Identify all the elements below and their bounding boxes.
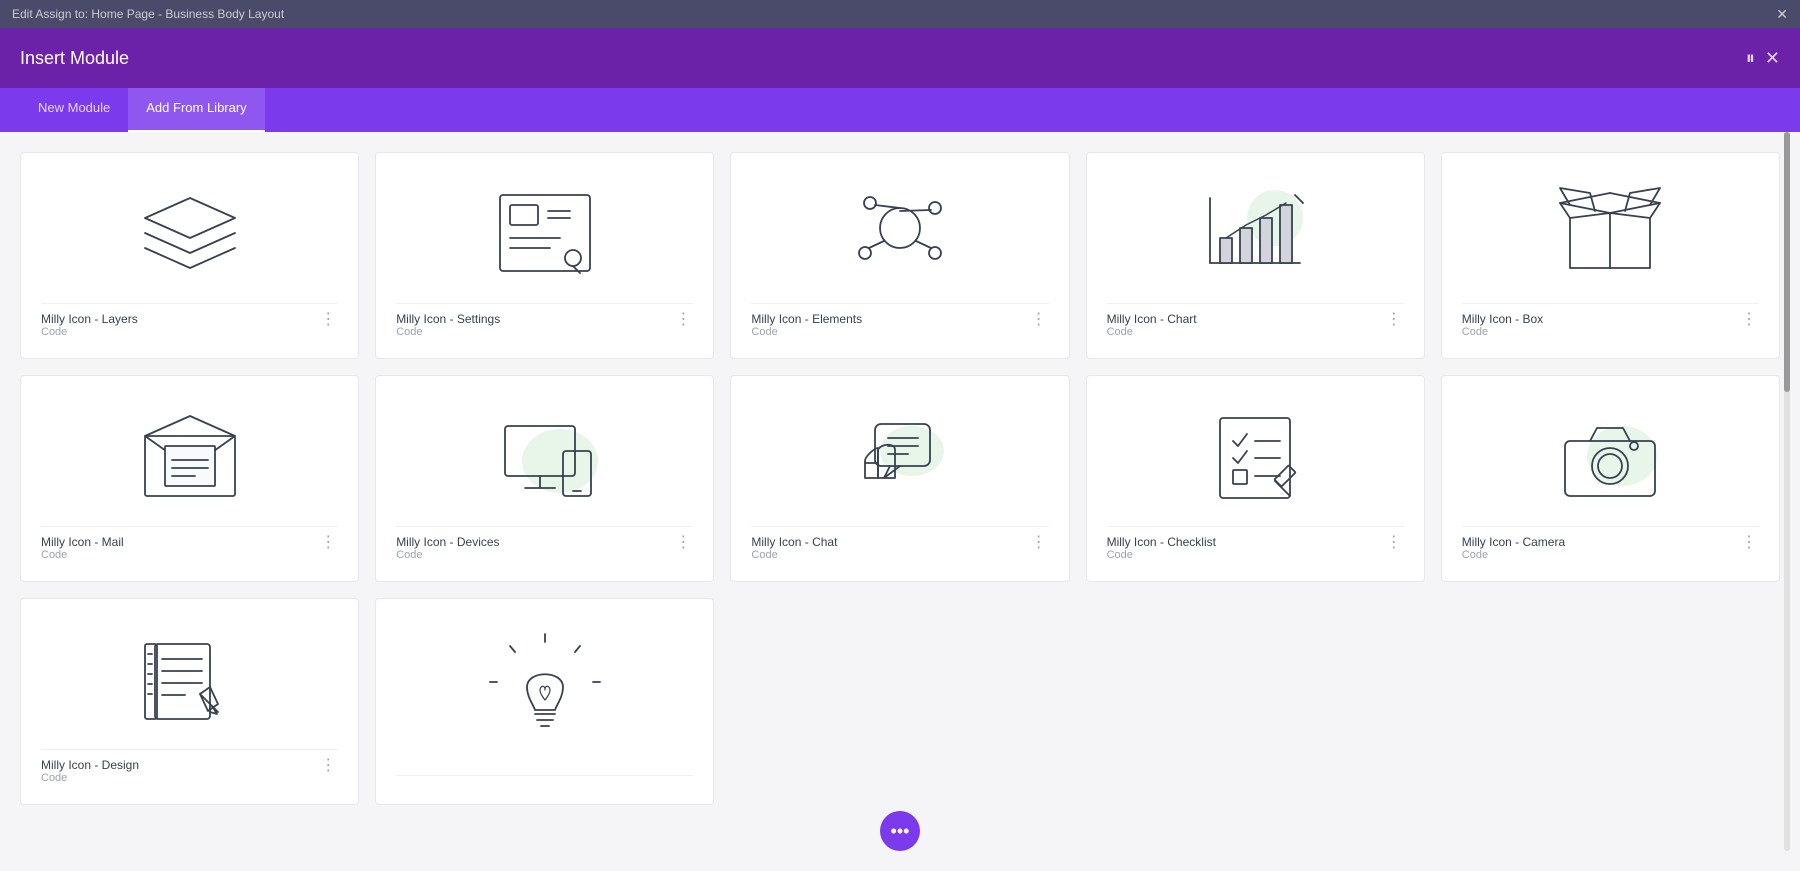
card-name-devices: Milly Icon - Devices: [396, 535, 499, 549]
card-icon-idea: [396, 619, 693, 775]
card-menu-checklist[interactable]: ⋮: [1384, 535, 1404, 551]
card-design[interactable]: Milly Icon - Design Code ⋮: [20, 598, 359, 805]
card-name-layers: Milly Icon - Layers: [41, 312, 138, 326]
tab-add-from-library[interactable]: Add From Library: [128, 88, 264, 132]
modal: Insert Module ⏸ ✕ New Module Add From Li…: [0, 28, 1800, 871]
card-icon-box: [1462, 173, 1759, 303]
card-icon-elements: [751, 173, 1048, 303]
card-settings[interactable]: Milly Icon - Settings Code ⋮: [375, 152, 714, 359]
card-layers[interactable]: Milly Icon - Layers Code ⋮: [20, 152, 359, 359]
card-type-design: Code: [41, 772, 139, 784]
card-icon-chart: [1107, 173, 1404, 303]
card-name-camera: Milly Icon - Camera: [1462, 535, 1565, 549]
card-camera[interactable]: Milly Icon - Camera Code ⋮: [1441, 375, 1780, 582]
title-bar: Edit Assign to: Home Page - Business Bod…: [0, 0, 1800, 28]
card-menu-box[interactable]: ⋮: [1739, 312, 1759, 328]
card-footer-camera: Milly Icon - Camera Code ⋮: [1462, 526, 1759, 561]
card-menu-chat[interactable]: ⋮: [1029, 535, 1049, 551]
modal-header-actions: ⏸ ✕: [1746, 48, 1780, 69]
card-menu-elements[interactable]: ⋮: [1029, 312, 1049, 328]
card-footer-devices: Milly Icon - Devices Code ⋮: [396, 526, 693, 561]
card-type-mail: Code: [41, 549, 124, 561]
card-icon-devices: [396, 396, 693, 526]
title-bar-close-button[interactable]: ✕: [1776, 6, 1788, 23]
tabs-bar: New Module Add From Library: [0, 88, 1800, 132]
card-type-layers: Code: [41, 326, 138, 338]
card-footer-mail: Milly Icon - Mail Code ⋮: [41, 526, 338, 561]
card-type-chart: Code: [1107, 326, 1197, 338]
modal-close-button[interactable]: ✕: [1765, 48, 1780, 69]
tab-new-module[interactable]: New Module: [20, 88, 128, 132]
card-name-design: Milly Icon - Design: [41, 758, 139, 772]
modal-pause-button[interactable]: ⏸: [1746, 48, 1755, 69]
more-button[interactable]: •••: [880, 811, 920, 851]
card-elements[interactable]: Milly Icon - Elements Code ⋮: [730, 152, 1069, 359]
card-icon-design: [41, 619, 338, 749]
scrollbar-track[interactable]: [1784, 132, 1790, 851]
module-grid: Milly Icon - Layers Code ⋮: [20, 152, 1780, 805]
card-name-elements: Milly Icon - Elements: [751, 312, 862, 326]
card-menu-mail[interactable]: ⋮: [318, 535, 338, 551]
scrollbar-thumb[interactable]: [1784, 132, 1790, 392]
card-icon-settings: [396, 173, 693, 303]
card-type-camera: Code: [1462, 549, 1565, 561]
card-name-checklist: Milly Icon - Checklist: [1107, 535, 1216, 549]
card-type-elements: Code: [751, 326, 862, 338]
card-footer-box: Milly Icon - Box Code ⋮: [1462, 303, 1759, 338]
card-mail[interactable]: Milly Icon - Mail Code ⋮: [20, 375, 359, 582]
card-idea[interactable]: [375, 598, 714, 805]
modal-title: Insert Module: [20, 48, 129, 69]
card-footer-design: Milly Icon - Design Code ⋮: [41, 749, 338, 784]
card-devices[interactable]: Milly Icon - Devices Code ⋮: [375, 375, 714, 582]
card-menu-chart[interactable]: ⋮: [1384, 312, 1404, 328]
card-footer-chart: Milly Icon - Chart Code ⋮: [1107, 303, 1404, 338]
card-type-chat: Code: [751, 549, 837, 561]
card-menu-camera[interactable]: ⋮: [1739, 535, 1759, 551]
card-footer-chat: Milly Icon - Chat Code ⋮: [751, 526, 1048, 561]
card-footer-idea: [396, 775, 693, 784]
card-icon-chat: [751, 396, 1048, 526]
card-menu-layers[interactable]: ⋮: [318, 312, 338, 328]
card-checklist[interactable]: Milly Icon - Checklist Code ⋮: [1086, 375, 1425, 582]
title-bar-label: Edit Assign to: Home Page - Business Bod…: [12, 7, 284, 21]
card-type-settings: Code: [396, 326, 500, 338]
card-chart[interactable]: Milly Icon - Chart Code ⋮: [1086, 152, 1425, 359]
card-icon-layers: [41, 173, 338, 303]
card-icon-mail: [41, 396, 338, 526]
card-icon-camera: [1462, 396, 1759, 526]
card-name-settings: Milly Icon - Settings: [396, 312, 500, 326]
card-name-chat: Milly Icon - Chat: [751, 535, 837, 549]
card-type-checklist: Code: [1107, 549, 1216, 561]
card-footer-layers: Milly Icon - Layers Code ⋮: [41, 303, 338, 338]
card-name-mail: Milly Icon - Mail: [41, 535, 124, 549]
card-name-box: Milly Icon - Box: [1462, 312, 1543, 326]
card-menu-settings[interactable]: ⋮: [673, 312, 693, 328]
card-footer-elements: Milly Icon - Elements Code ⋮: [751, 303, 1048, 338]
content-area: Milly Icon - Layers Code ⋮: [0, 132, 1800, 871]
card-footer-checklist: Milly Icon - Checklist Code ⋮: [1107, 526, 1404, 561]
card-type-box: Code: [1462, 326, 1543, 338]
card-chat[interactable]: Milly Icon - Chat Code ⋮: [730, 375, 1069, 582]
card-footer-settings: Milly Icon - Settings Code ⋮: [396, 303, 693, 338]
card-type-devices: Code: [396, 549, 499, 561]
card-box[interactable]: Milly Icon - Box Code ⋮: [1441, 152, 1780, 359]
modal-header: Insert Module ⏸ ✕: [0, 28, 1800, 88]
bottom-bar: •••: [880, 811, 920, 851]
card-name-chart: Milly Icon - Chart: [1107, 312, 1197, 326]
card-menu-design[interactable]: ⋮: [318, 758, 338, 774]
card-menu-devices[interactable]: ⋮: [673, 535, 693, 551]
card-icon-checklist: [1107, 396, 1404, 526]
